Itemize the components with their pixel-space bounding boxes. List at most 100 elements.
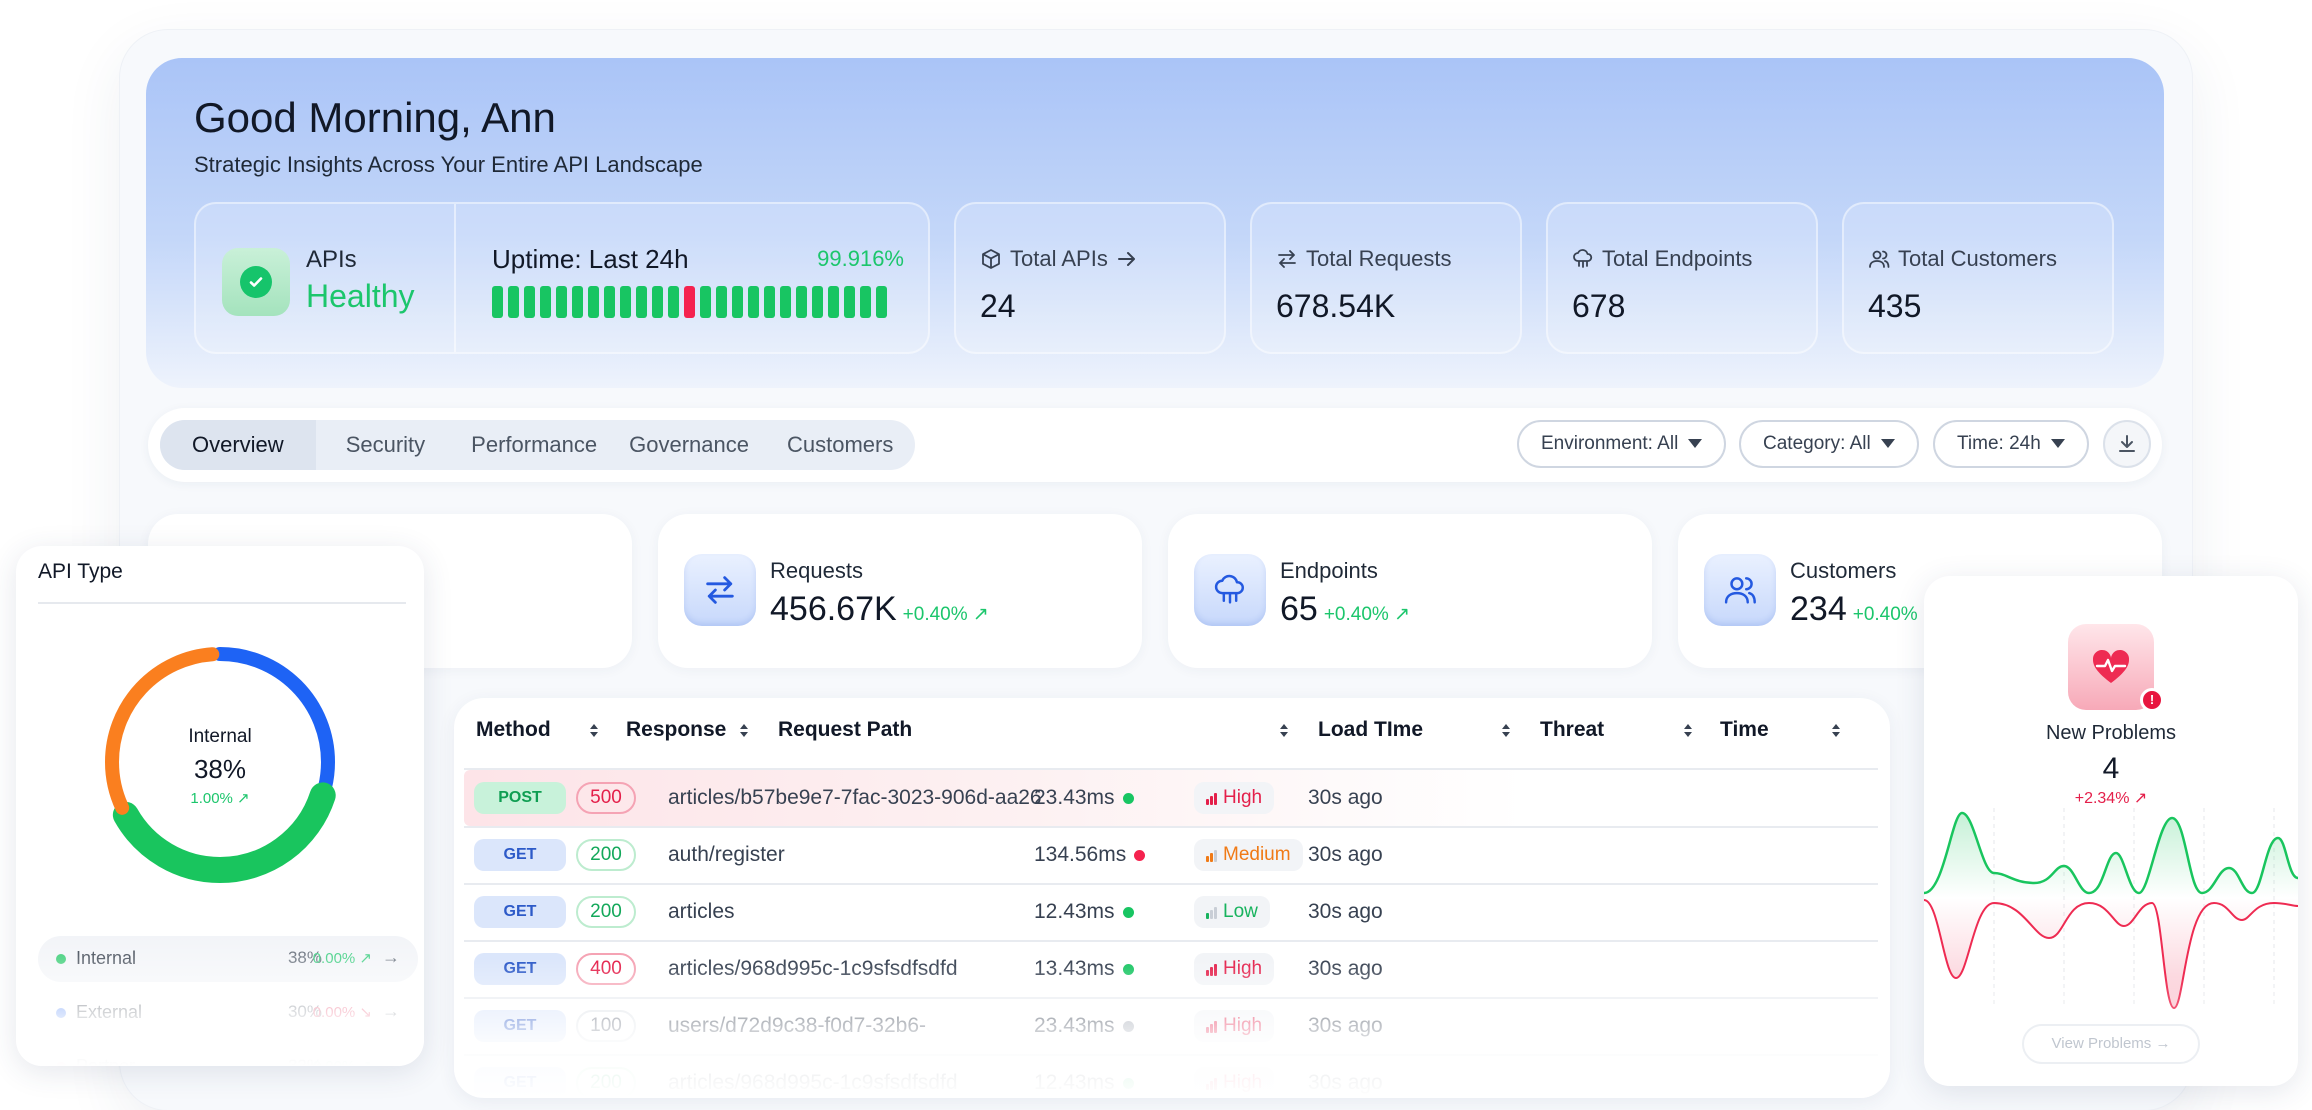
response-code-badge: 500 [576,782,636,814]
uptime-bar [652,286,663,318]
request-path[interactable]: articles [668,884,735,940]
environment-filter[interactable]: Environment: All [1517,420,1727,468]
request-path[interactable]: articles/b57be9e7-7fac-3023-906d-aa26 [668,770,1042,826]
total-endpoints-label: Total Endpoints [1602,246,1753,271]
category-filter-label: Category: All [1763,433,1871,454]
load-time: 12.43ms [1034,900,1115,923]
divider [454,204,456,352]
uptime-bar [588,286,599,318]
total-customers-card: Total Customers 435 [1842,202,2114,354]
kpi-value: 65 [1280,590,1318,628]
apis-label: APIs [306,246,357,273]
cloud-network-icon [1194,554,1266,626]
kpi-value: 234 [1790,590,1847,628]
column-header-load-time[interactable]: Load TIme [1318,718,1423,742]
load-status-dot [1134,849,1146,861]
column-header-response[interactable]: Response [626,718,726,742]
kpi-label: Customers [1790,558,1897,583]
threat-badge: Low [1194,896,1270,928]
signal-bars-icon [1206,849,1217,862]
method-badge: POST [474,782,566,814]
threat-level: Low [1223,901,1258,922]
column-header-request-path[interactable]: Request Path [778,718,912,742]
total-customers-label: Total Customers [1898,246,2057,271]
tab-performance[interactable]: Performance [455,420,613,470]
users-icon [1704,554,1776,626]
problems-label: New Problems [2045,722,2177,744]
uptime-bar [796,286,807,318]
total-apis-label: Total APIs [1010,246,1108,271]
kpi-delta: +0.40% ↗ [902,604,989,625]
uptime-bar [780,286,791,318]
uptime-bar [492,286,503,318]
response-code-badge: 200 [576,839,636,871]
toolbar: Overview Security Performance Governance… [148,408,2162,482]
page-title: Good Morning, Ann [194,94,556,141]
request-time: 30s ago [1308,786,1383,809]
uptime-bar [668,286,679,318]
caret-down-icon [2050,439,2065,449]
uptime-bar [716,286,727,318]
request-time: 30s ago [1308,900,1383,923]
uptime-bars [492,286,887,318]
total-apis-value: 24 [980,288,1016,324]
uptime-bar [764,286,775,318]
table-row[interactable]: GET 200 auth/register 134.56ms Medium 30s ago [464,827,1878,883]
download-button[interactable] [2103,420,2151,468]
category-filter[interactable]: Category: All [1739,420,1919,468]
uptime-bar [844,286,855,318]
uptime-value: 99.916% [817,246,904,271]
api-type-card: API Type Internal 38% 1.00% ↗ Internal38… [16,546,424,1066]
kpi-delta: +0.40% [1852,604,1918,625]
swap-arrows-icon [684,554,756,626]
threat-level: High [1223,787,1263,808]
uptime-bar [828,286,839,318]
table-row[interactable]: POST 500 articles/b57be9e7-7fac-3023-906d-… [464,770,1878,826]
swap-arrows-icon [1278,250,1296,268]
alert-badge-icon: ! [2140,688,2164,712]
load-status-dot [1122,792,1134,804]
requests-table: Method Response Request Path Load TIme T… [454,698,1890,1098]
environment-filter-label: Environment: All [1541,433,1679,454]
tab-overview[interactable]: Overview [160,420,316,470]
tab-governance[interactable]: Governance [613,420,765,470]
tab-security[interactable]: Security [316,420,455,470]
fade-overlay [16,926,424,1066]
tab-customers[interactable]: Customers [765,420,915,470]
uptime-bar [860,286,871,318]
uptime-bar [876,286,887,318]
request-path[interactable]: auth/register [668,827,785,883]
uptime-bar [508,286,519,318]
time-filter-label: Time: 24h [1957,433,2041,454]
method-badge: GET [474,839,566,871]
method-badge: GET [474,896,566,928]
view-problems-button[interactable]: View Problems → [2022,1024,2200,1064]
divider [38,602,406,604]
api-health-card: APIs Healthy Uptime: Last 24h 99.916% [194,202,930,354]
new-problems-card: ! New Problems 4 +2.34% ↗ View Problems … [1924,576,2298,1086]
kpi-delta: +0.40% ↗ [1323,604,1410,625]
health-check-icon [222,248,290,316]
request-time: 30s ago [1308,843,1383,866]
column-header-threat[interactable]: Threat [1540,718,1604,742]
download-icon [2119,435,2135,452]
total-apis-card[interactable]: Total APIs 24 [954,202,1226,354]
uptime-bar [604,286,615,318]
total-customers-value: 435 [1868,288,1922,324]
cloud-network-icon [1573,249,1593,268]
table-row[interactable]: GET 200 articles 12.43ms Low 30s ago [464,884,1878,940]
time-filter[interactable]: Time: 24h [1933,420,2089,468]
total-requests-label: Total Requests [1306,246,1452,271]
signal-bars-icon [1206,792,1217,805]
total-endpoints-card: Total Endpoints 678 [1546,202,1818,354]
column-header-time[interactable]: Time [1720,718,1769,742]
threat-level: Medium [1223,844,1291,865]
uptime-bar [572,286,583,318]
problems-count: 4 [2102,752,2120,785]
kpi-value: 456.67K [770,590,897,628]
tab-group: Overview Security Performance Governance… [160,420,916,470]
column-header-method[interactable]: Method [476,718,551,742]
arrow-right-icon[interactable] [1116,248,1138,270]
uptime-bar [748,286,759,318]
total-endpoints-value: 678 [1572,288,1626,324]
